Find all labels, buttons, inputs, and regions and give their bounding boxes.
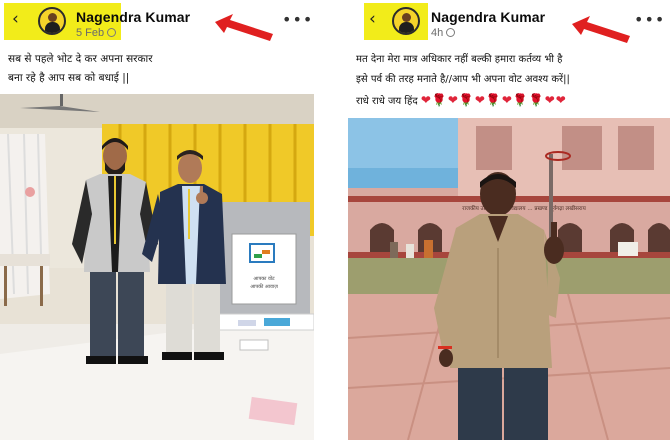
timestamp-text: 5 Feb	[76, 27, 105, 39]
post-header: ‹ Nagendra Kumar 5 Feb •••	[0, 0, 314, 42]
post-caption: मत देना मेरा मात्र अधिकार नहीं बल्की हमा…	[356, 50, 570, 112]
back-button[interactable]: ‹	[12, 9, 19, 29]
author-name[interactable]: Nagendra Kumar	[431, 9, 545, 25]
sign-text: आपकी आवाज़	[250, 283, 278, 290]
divider	[314, 0, 342, 440]
globe-icon	[107, 28, 117, 37]
sign-text: आपका वोट	[253, 275, 275, 282]
caption-line: सब से पहले भोट दे कर अपना सरकार	[8, 53, 153, 65]
caption-line: मत देना मेरा मात्र अधिकार नहीं बल्की हमा…	[356, 54, 563, 65]
caption-line-text: राधे राधे जय हिंद	[356, 96, 418, 107]
caption-line: राधे राधे जय हिंद ❤🌹❤🌹❤🌹❤🌹🌹❤❤	[356, 90, 570, 112]
caption-line: बना रहे है आप सब को बधाई ||	[8, 72, 130, 84]
more-options-button[interactable]: •••	[634, 10, 665, 29]
more-options-button[interactable]: •••	[282, 10, 313, 29]
author-name[interactable]: Nagendra Kumar	[76, 9, 190, 25]
post-photo[interactable]: आपका वोट आपकी आवाज़	[0, 94, 314, 440]
caption-line: इसे पर्व की तरह मनाते है//आप भी अपना वोट…	[356, 74, 570, 85]
timestamp-text: 4h	[431, 27, 444, 39]
school-banner-text: राजकीय उत्क्रमित मध्य विद्यालय ... प्रखण…	[462, 205, 586, 212]
avatar[interactable]	[38, 7, 66, 35]
post-timestamp: 4h	[431, 27, 456, 39]
post-card-left: ‹ Nagendra Kumar 5 Feb ••• सब से पहले भो…	[0, 0, 314, 440]
heart-emojis: ❤🌹❤🌹❤🌹❤🌹🌹❤❤	[420, 93, 567, 107]
back-button[interactable]: ‹	[369, 9, 376, 29]
globe-icon	[446, 28, 456, 37]
red-arrow-icon	[215, 14, 273, 41]
avatar[interactable]	[392, 7, 420, 35]
post-timestamp: 5 Feb	[76, 27, 117, 39]
post-card-right: ‹ Nagendra Kumar 4h ••• मत देना मेरा मात…	[342, 0, 670, 440]
post-header: ‹ Nagendra Kumar 4h •••	[342, 0, 670, 43]
post-photo[interactable]: राजकीय उत्क्रमित मध्य विद्यालय ... प्रखण…	[348, 118, 670, 440]
red-arrow-icon	[572, 16, 630, 43]
post-caption: सब से पहले भोट दे कर अपना सरकार बना रहे …	[8, 50, 153, 88]
